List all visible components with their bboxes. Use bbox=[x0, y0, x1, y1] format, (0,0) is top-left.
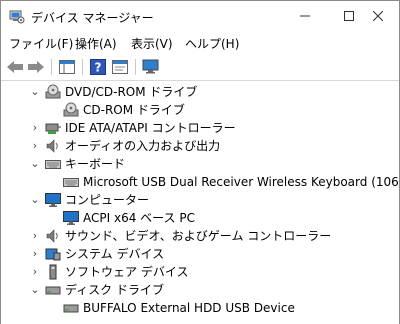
tree-label: ACPI x64 ベース PC bbox=[83, 211, 195, 225]
help-icon: ? bbox=[90, 59, 106, 75]
collapse-chevron-icon[interactable]: ⌄ bbox=[29, 156, 41, 172]
toolbar-separator bbox=[51, 59, 52, 75]
toolbar-separator bbox=[135, 59, 136, 75]
toolbar: ? bbox=[1, 54, 399, 81]
software-device-icon bbox=[45, 264, 61, 280]
close-button[interactable] bbox=[356, 1, 399, 31]
tree-node-system-devices[interactable]: › システム デバイス bbox=[1, 245, 399, 263]
tree-node-ide-controllers[interactable]: › IDE ATA/ATAPI コントローラー bbox=[1, 119, 399, 137]
expand-chevron-icon[interactable]: › bbox=[29, 264, 41, 280]
tree-label: オーディオの入力および出力 bbox=[65, 139, 221, 153]
tree-node-computer[interactable]: ⌄ コンピューター bbox=[1, 191, 399, 209]
tree-label: DVD/CD-ROM ドライブ bbox=[65, 85, 198, 99]
keyboard-icon bbox=[63, 174, 79, 190]
collapse-chevron-icon[interactable]: ⌄ bbox=[29, 192, 41, 208]
collapse-chevron-icon[interactable]: ⌄ bbox=[29, 84, 41, 100]
menu-action[interactable]: 操作(A) bbox=[75, 35, 117, 52]
forward-button[interactable] bbox=[26, 57, 46, 77]
svg-text:?: ? bbox=[95, 61, 102, 75]
minimize-button[interactable] bbox=[283, 1, 327, 31]
tree-label: ソフトウェア デバイス bbox=[65, 265, 189, 279]
optical-drive-icon bbox=[63, 102, 79, 118]
tree-node-audio-inputs-outputs[interactable]: › オーディオの入力および出力 bbox=[1, 137, 399, 155]
expand-chevron-icon[interactable]: › bbox=[29, 120, 41, 136]
title-bar: デバイス マネージャー bbox=[1, 1, 399, 31]
tree-node-buffalo-hdd[interactable]: BUFFALO External HDD USB Device bbox=[1, 299, 399, 317]
system-device-icon bbox=[45, 246, 61, 262]
tree-label: コンピューター bbox=[65, 193, 150, 207]
forward-arrow-icon bbox=[28, 61, 44, 73]
monitor-icon bbox=[45, 192, 61, 208]
keyboard-icon bbox=[45, 156, 61, 172]
tree-node-software-devices[interactable]: › ソフトウェア デバイス bbox=[1, 263, 399, 281]
tree-label: CD-ROM ドライブ bbox=[83, 103, 185, 117]
tree-label: サウンド、ビデオ、およびゲーム コントローラー bbox=[65, 229, 332, 243]
monitor-scan-icon bbox=[142, 59, 159, 74]
close-icon bbox=[372, 11, 383, 21]
ide-controller-icon bbox=[45, 120, 61, 136]
expand-chevron-icon[interactable]: › bbox=[29, 138, 41, 154]
scan-hardware-button[interactable] bbox=[141, 57, 161, 77]
tree-label: Microsoft USB Dual Receiver Wireless Key… bbox=[83, 175, 399, 189]
menu-bar: ファイル(F) 操作(A) 表示(V) ヘルプ(H) bbox=[1, 32, 399, 54]
tree-node-acpi-pc[interactable]: ACPI x64 ベース PC bbox=[1, 209, 399, 227]
properties-button[interactable] bbox=[110, 57, 130, 77]
tree-label: ディスク ドライブ bbox=[65, 283, 164, 297]
help-button[interactable]: ? bbox=[88, 57, 108, 77]
monitor-icon bbox=[63, 210, 79, 226]
disk-drive-icon bbox=[45, 282, 61, 298]
tree-node-keyboard-device[interactable]: Microsoft USB Dual Receiver Wireless Key… bbox=[1, 173, 399, 191]
tree-node-sound-video-game-controllers[interactable]: › サウンド、ビデオ、およびゲーム コントローラー bbox=[1, 227, 399, 245]
console-tree-icon bbox=[59, 60, 75, 74]
collapse-chevron-icon[interactable]: ⌄ bbox=[29, 282, 41, 298]
tree-label: キーボード bbox=[65, 157, 126, 171]
expand-chevron-icon[interactable]: › bbox=[29, 246, 41, 262]
expand-chevron-icon[interactable]: › bbox=[29, 228, 41, 244]
minimize-icon bbox=[300, 15, 310, 17]
tree-node-keyboards[interactable]: ⌄ キーボード bbox=[1, 155, 399, 173]
window-title: デバイス マネージャー bbox=[31, 11, 154, 25]
tree-node-cdrom-device[interactable]: CD-ROM ドライブ bbox=[1, 101, 399, 119]
device-tree: ⌄ DVD/CD-ROM ドライブ CD-ROM ドライブ › IDE ATA/… bbox=[1, 81, 399, 324]
speaker-icon bbox=[45, 138, 61, 154]
menu-view[interactable]: 表示(V) bbox=[131, 35, 173, 52]
toolbar-separator bbox=[82, 59, 83, 75]
properties-icon bbox=[112, 60, 128, 74]
device-manager-app-icon bbox=[9, 8, 25, 24]
menu-help[interactable]: ヘルプ(H) bbox=[185, 35, 239, 52]
menu-file[interactable]: ファイル(F) bbox=[9, 35, 73, 52]
device-manager-window: デバイス マネージャー ファイル(F) 操作(A) 表示(V) ヘルプ(H) ?… bbox=[0, 0, 400, 324]
optical-drive-icon bbox=[45, 84, 61, 100]
show-hide-console-tree-button[interactable] bbox=[57, 57, 77, 77]
back-arrow-icon bbox=[7, 61, 23, 73]
tree-node-dvd-drives[interactable]: ⌄ DVD/CD-ROM ドライブ bbox=[1, 83, 399, 101]
back-button[interactable] bbox=[5, 57, 25, 77]
tree-label: IDE ATA/ATAPI コントローラー bbox=[65, 121, 236, 135]
tree-label: システム デバイス bbox=[65, 247, 165, 261]
disk-drive-icon bbox=[63, 300, 79, 316]
tree-node-disk-drives[interactable]: ⌄ ディスク ドライブ bbox=[1, 281, 399, 299]
tree-label: BUFFALO External HDD USB Device bbox=[83, 301, 295, 315]
maximize-icon bbox=[344, 11, 354, 21]
speaker-icon bbox=[45, 228, 61, 244]
